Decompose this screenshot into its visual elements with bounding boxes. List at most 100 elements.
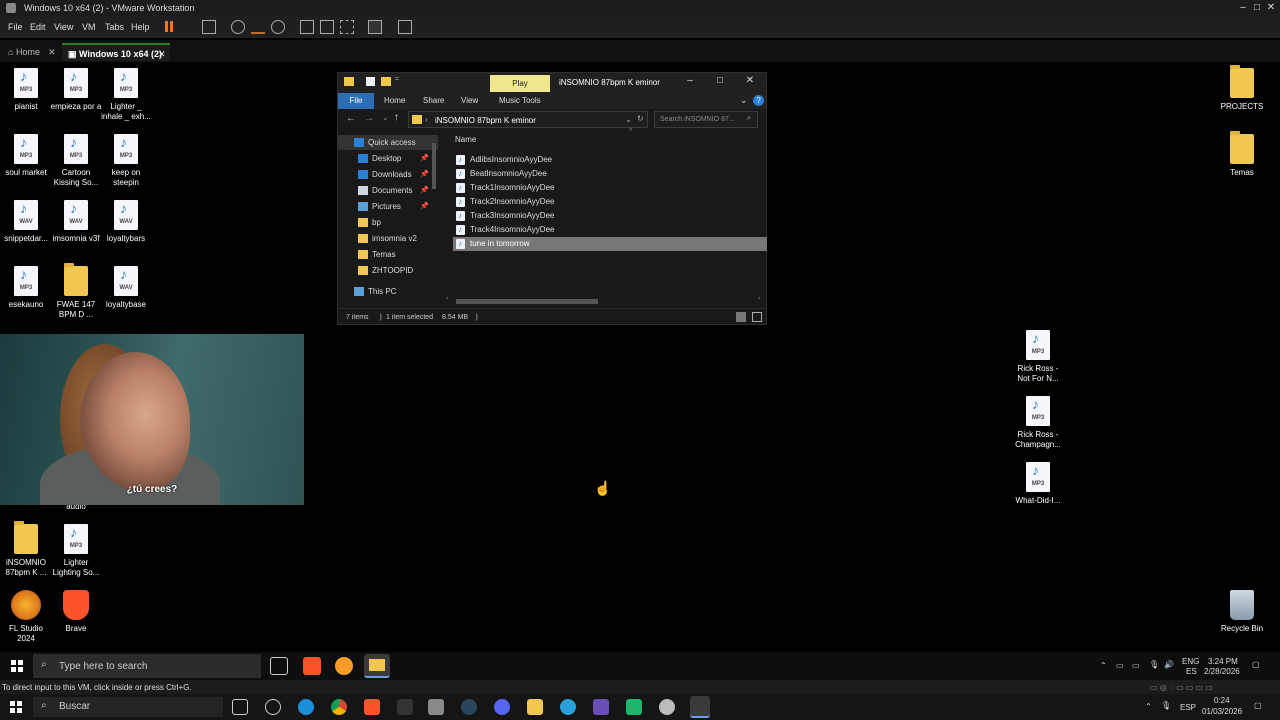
large-icons-view-icon[interactable] [752, 312, 762, 322]
tab-home[interactable]: ⌂ Home ✕ [2, 43, 60, 61]
nav-scrollbar-thumb[interactable] [432, 143, 436, 189]
refresh-icon[interactable]: ↻ [637, 114, 644, 123]
maximize-icon[interactable]: □ [1250, 2, 1264, 14]
app-shield-icon[interactable] [659, 699, 675, 715]
column-header-name[interactable]: Name [455, 135, 476, 144]
file-row[interactable]: AdlibsInsomnioAyyDee [453, 153, 767, 167]
desktop-icon-pianist[interactable]: ♪ MP3 pianist [0, 68, 52, 112]
play-tab[interactable]: Play [490, 75, 550, 92]
host-search-box[interactable]: ⌕ Buscar [33, 697, 223, 717]
expand-ribbon-icon[interactable]: ⌄ [740, 95, 748, 106]
file-explorer-window[interactable]: = Play iNSOMNIO 87bpm K eminor – □ ✕ Fil… [337, 72, 767, 325]
tray-date[interactable]: 01/03/2026 [1202, 707, 1242, 716]
pause-icon[interactable] [163, 20, 177, 34]
nav-scrollbar[interactable] [431, 135, 437, 305]
desktop-icon-recycle-bin[interactable]: Recycle Bin [1216, 590, 1268, 634]
discord-icon[interactable] [494, 699, 510, 715]
device-icons[interactable]: ▭ ◎ ◌ ▭ ▭ ▭ ▭ [1150, 683, 1213, 692]
minimize-icon[interactable]: – [1236, 2, 1250, 14]
desktop-icon-rick-ross-not-for-n[interactable]: ♪ MP3 Rick Ross - Not For N... [1012, 330, 1064, 384]
tray-time[interactable]: 3:24 PM [1208, 657, 1238, 666]
close-tab-icon[interactable]: ✕ [158, 49, 166, 60]
windows-start-icon[interactable] [10, 701, 22, 713]
notifications-icon[interactable]: ▢ [1252, 660, 1260, 669]
tray-display-icon[interactable]: ▭ [1132, 661, 1140, 670]
nav-item-downloads[interactable]: Downloads 📌 [338, 167, 438, 182]
desktop-icon-temas[interactable]: Temas [1216, 131, 1268, 178]
app-icon[interactable] [593, 699, 609, 715]
forward-icon[interactable]: → [364, 113, 374, 124]
back-icon[interactable]: ← [346, 113, 356, 124]
tray-volume-icon[interactable]: 🔊 [1164, 660, 1174, 669]
up-icon[interactable]: ↑ [394, 112, 399, 123]
copilot-icon[interactable] [265, 699, 281, 715]
tray-date[interactable]: 2/28/2026 [1204, 667, 1240, 676]
nav-item-desktop[interactable]: Desktop 📌 [338, 151, 438, 166]
desktop-icon-projects[interactable]: PROJECTS [1216, 65, 1268, 112]
tray-language[interactable]: ESP [1180, 703, 1196, 712]
desktop-icon-rick-ross-champagn[interactable]: ♪ MP3 Rick Ross - Champagn... [1012, 396, 1064, 450]
desktop-icon-snippetdar[interactable]: ♪ WAV snippetdar... [0, 200, 52, 244]
menu-file[interactable]: File [8, 22, 23, 32]
tray-chevron-icon[interactable]: ⌃ [1100, 661, 1107, 670]
list-horizontal-scrollbar[interactable]: ‹ › [446, 295, 766, 305]
desktop-icon-fwae-147-bpm-d[interactable]: FWAE 147 BPM D ... [50, 263, 102, 320]
desktop-icon-insomnio-87bpm-k[interactable]: iNSOMNIO 87bpm K ... [0, 521, 52, 578]
desktop-icon-lighter-inhale-exh[interactable]: ♪ MP3 Lighter _ inhale _ exh... [100, 68, 152, 122]
snapshot-icon[interactable] [231, 20, 245, 34]
details-view-icon[interactable] [736, 312, 746, 322]
vmware-taskbar-icon[interactable] [690, 696, 710, 718]
media-player-icon[interactable] [428, 699, 444, 715]
task-view-icon[interactable] [270, 657, 288, 675]
nav-item-quick-access[interactable]: Quick access [338, 135, 438, 150]
close-tab-icon[interactable]: ✕ [48, 47, 56, 58]
nav-item-zhtoopid[interactable]: ZHTOOPID [338, 263, 438, 278]
maximize-icon[interactable]: □ [708, 75, 732, 89]
desktop-icon-soul-market[interactable]: ♪ MP3 soul market [0, 134, 52, 178]
close-icon[interactable]: ✕ [738, 75, 762, 89]
tray-language-sub[interactable]: ES [1186, 667, 1197, 676]
properties-icon[interactable] [366, 77, 375, 86]
fullscreen-icon[interactable] [340, 20, 354, 34]
send-keys-icon[interactable] [202, 20, 216, 34]
scroll-right-icon[interactable]: › [758, 295, 760, 302]
new-folder-icon[interactable] [381, 77, 391, 86]
menu-edit[interactable]: Edit [30, 22, 46, 32]
ribbon-tab-home[interactable]: Home [384, 96, 405, 105]
tray-time[interactable]: 0:24 [1214, 696, 1230, 705]
tray-mic-icon[interactable]: 🎙 [1149, 660, 1159, 669]
recent-dropdown-icon[interactable]: ⌄ [382, 113, 389, 122]
windows-start-icon[interactable] [11, 660, 23, 672]
tab-windows10[interactable]: ▣ Windows 10 x64 (2) ✕ [62, 43, 170, 61]
revert-snapshot-icon[interactable] [251, 20, 265, 34]
snapshot-manager-icon[interactable] [271, 20, 285, 34]
search-input[interactable]: Search iNSOMNIO 87... ⌕ [654, 111, 758, 128]
ribbon-tab-share[interactable]: Share [423, 96, 444, 105]
file-row[interactable]: Track2InsomnioAyyDee [453, 195, 767, 209]
file-row[interactable]: Track4InsomnioAyyDee [453, 223, 767, 237]
chrome-icon[interactable] [331, 699, 347, 715]
desktop-icon-imsomnia-v3f[interactable]: ♪ WAV imsomnia v3f [50, 200, 102, 244]
sidebar-toggle-icon[interactable] [300, 20, 314, 34]
search-icon[interactable]: ⌕ [747, 115, 751, 123]
address-field[interactable]: › iNSOMNIO 87bpm K eminor ⌄ ↻ [408, 111, 648, 128]
brave-icon[interactable] [364, 699, 380, 715]
desktop-icon-keep-on-steepin[interactable]: ♪ MP3 keep on steepin [100, 134, 152, 188]
nav-item-imsomnia-v2[interactable]: imsomnia v2 [338, 231, 438, 246]
file-row[interactable]: BeatInsomnioAyyDee [453, 167, 767, 181]
desktop-icon-loyaltybase[interactable]: ♪ WAV loyaltybase [100, 266, 152, 310]
thumbnail-icon[interactable] [320, 20, 334, 34]
console-icon[interactable] [368, 20, 382, 34]
desktop-icon-cartoon-kissing-so[interactable]: ♪ MP3 Cartoon Kissing So... [50, 134, 102, 188]
app-green-icon[interactable] [626, 699, 642, 715]
close-icon[interactable]: ✕ [1264, 2, 1278, 14]
tray-network-icon[interactable]: ▭ [1116, 661, 1124, 670]
address-dropdown-icon[interactable]: ⌄ [625, 115, 632, 124]
nav-item-temas[interactable]: Temas [338, 247, 438, 262]
edge-icon[interactable] [298, 699, 314, 715]
desktop-icon-empieza-por-a[interactable]: ♪ MP3 empieza por a [50, 68, 102, 112]
file-explorer-taskbar-icon[interactable] [364, 654, 390, 678]
desktop-icon-loyaltybars[interactable]: ♪ WAV loyaltybars [100, 200, 152, 244]
ribbon-tab-view[interactable]: View [461, 96, 478, 105]
menu-view[interactable]: View [54, 22, 73, 32]
